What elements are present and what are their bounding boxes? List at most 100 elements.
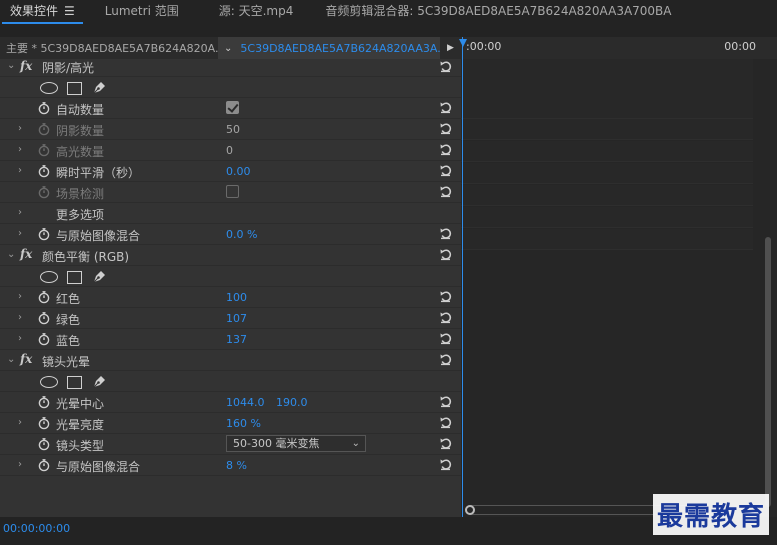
stopwatch-icon[interactable]: [37, 395, 51, 409]
effect-header-color-balance[interactable]: ⌄ fx 颜色平衡 (RGB): [0, 245, 461, 266]
mask-tools-row: [0, 266, 461, 287]
twirl-closed-icon[interactable]: ›: [18, 207, 22, 218]
twirl-open-icon[interactable]: ⌄: [7, 249, 15, 260]
scroll-knob-handle[interactable]: [465, 505, 475, 515]
ellipse-mask-icon[interactable]: [40, 376, 58, 388]
dropdown-value: 50-300 毫米变焦: [233, 437, 320, 450]
twirl-open-icon[interactable]: ⌄: [7, 354, 15, 365]
twirl-closed-icon[interactable]: ›: [18, 459, 22, 470]
reset-icon[interactable]: [439, 394, 453, 408]
property-value[interactable]: 8 %: [226, 459, 247, 472]
property-label: 自动数量: [56, 103, 105, 117]
master-clip-label[interactable]: 主要 * 5C39D8AED8AE5A7B624A820A...: [0, 40, 218, 56]
property-label: 场景检测: [56, 187, 105, 201]
effect-header-lens-flare[interactable]: ⌄ fx 镜头光晕: [0, 350, 461, 371]
reset-icon[interactable]: [439, 289, 453, 303]
stopwatch-icon[interactable]: [37, 416, 51, 430]
reset-icon[interactable]: [439, 436, 453, 450]
lens-type-dropdown[interactable]: 50-300 毫米变焦 ⌄: [226, 435, 366, 452]
effect-title: 镜头光晕: [42, 355, 91, 369]
property-value[interactable]: 100: [226, 291, 247, 304]
current-timecode[interactable]: 00:00:00:00: [3, 522, 70, 535]
fx-toggle-icon[interactable]: fx: [20, 247, 32, 261]
fx-toggle-icon[interactable]: fx: [20, 59, 32, 73]
reset-icon[interactable]: [439, 184, 453, 198]
tab-audio-clip-mixer[interactable]: 音频剪辑混合器: 5C39D8AED8AE5A7B624A820AA3A700B…: [317, 0, 679, 24]
flare-center-x-value[interactable]: 1044.0: [226, 396, 265, 409]
twirl-closed-icon[interactable]: ›: [18, 417, 22, 428]
reset-icon[interactable]: [439, 352, 453, 366]
property-highlight-amount: › 高光数量 0: [0, 140, 461, 161]
playhead-line[interactable]: [462, 37, 463, 517]
reset-icon[interactable]: [439, 163, 453, 177]
twirl-open-icon[interactable]: ⌄: [7, 60, 15, 71]
reset-icon[interactable]: [439, 226, 453, 240]
twirl-closed-icon[interactable]: ›: [18, 333, 22, 344]
stopwatch-icon[interactable]: [37, 458, 51, 472]
stopwatch-icon: [37, 122, 51, 136]
reset-icon[interactable]: [439, 457, 453, 471]
reset-icon[interactable]: [439, 331, 453, 345]
rectangle-mask-icon[interactable]: [67, 81, 82, 95]
fx-toggle-icon[interactable]: fx: [20, 352, 32, 366]
stopwatch-icon[interactable]: [37, 311, 51, 325]
pen-mask-icon[interactable]: [91, 269, 107, 285]
stopwatch-icon[interactable]: [37, 290, 51, 304]
twirl-closed-icon[interactable]: ›: [18, 165, 22, 176]
twirl-closed-icon[interactable]: ›: [18, 123, 22, 134]
property-value[interactable]: 137: [226, 333, 247, 346]
stopwatch-icon[interactable]: [37, 437, 51, 451]
property-value[interactable]: 0.00: [226, 165, 251, 178]
stopwatch-icon[interactable]: [37, 332, 51, 346]
property-value[interactable]: 0: [226, 144, 233, 157]
reset-icon[interactable]: [439, 310, 453, 324]
ellipse-mask-icon[interactable]: [40, 271, 58, 283]
flare-center-y-value[interactable]: 190.0: [276, 396, 308, 409]
chevron-down-icon: ⌄: [351, 438, 360, 449]
property-more-options[interactable]: › 更多选项: [0, 203, 461, 224]
property-blue: › 蓝色 137: [0, 329, 461, 350]
pen-mask-icon[interactable]: [91, 374, 107, 390]
effect-property-list: ⌄ fx 阴影/高光 自动数量 › 阴影数量 50 › 高光数量 0 › 瞬时平…: [0, 59, 461, 476]
scene-detect-checkbox[interactable]: [226, 185, 239, 198]
effect-header-shadow-highlight[interactable]: ⌄ fx 阴影/高光: [0, 59, 461, 77]
property-value[interactable]: 0.0 %: [226, 228, 257, 241]
reset-icon[interactable]: [439, 59, 453, 73]
reset-icon[interactable]: [439, 415, 453, 429]
playhead-handle-icon[interactable]: [459, 39, 467, 47]
twirl-closed-icon[interactable]: ›: [18, 144, 22, 155]
play-arrow-icon[interactable]: ▶: [440, 43, 461, 53]
stopwatch-icon[interactable]: [37, 101, 51, 115]
sequence-clip-selector[interactable]: ⌄ 5C39D8AED8AE5A7B624A820AA3A...: [218, 37, 440, 59]
auto-amount-checkbox[interactable]: [226, 101, 239, 114]
reset-icon[interactable]: [439, 100, 453, 114]
mask-tools: [40, 80, 107, 96]
stopwatch-icon[interactable]: [37, 164, 51, 178]
rectangle-mask-icon[interactable]: [67, 375, 82, 389]
tab-lumetri-scopes[interactable]: Lumetri 范围: [97, 0, 187, 24]
twirl-closed-icon[interactable]: ›: [18, 291, 22, 302]
rectangle-mask-icon[interactable]: [67, 270, 82, 284]
time-ruler[interactable]: :00:00 00:00: [461, 37, 777, 59]
stopwatch-icon[interactable]: [37, 227, 51, 241]
property-value[interactable]: 107: [226, 312, 247, 325]
reset-icon[interactable]: [439, 247, 453, 261]
ellipse-mask-icon[interactable]: [40, 82, 58, 94]
twirl-closed-icon[interactable]: ›: [18, 228, 22, 239]
reset-icon[interactable]: [439, 142, 453, 156]
property-temporal-smoothing: › 瞬时平滑（秒） 0.00: [0, 161, 461, 182]
keyframe-timeline[interactable]: :00:00 00:00: [459, 37, 777, 517]
hamburger-menu-icon[interactable]: ☰: [64, 0, 75, 22]
tab-source-monitor[interactable]: 源: 天空.mp4: [211, 0, 302, 24]
twirl-closed-icon[interactable]: ›: [18, 312, 22, 323]
tab-effect-controls[interactable]: 效果控件 ☰: [2, 0, 83, 24]
pen-mask-icon[interactable]: [91, 80, 107, 96]
chevron-down-icon: ⌄: [224, 42, 233, 54]
property-label: 光晕亮度: [56, 418, 105, 432]
property-value[interactable]: 50: [226, 123, 240, 136]
property-flare-center: 光晕中心 1044.0 190.0: [0, 392, 461, 413]
property-value[interactable]: 160 %: [226, 417, 261, 430]
vertical-scrollbar[interactable]: [765, 237, 771, 507]
property-label: 绿色: [56, 313, 81, 327]
reset-icon[interactable]: [439, 121, 453, 135]
